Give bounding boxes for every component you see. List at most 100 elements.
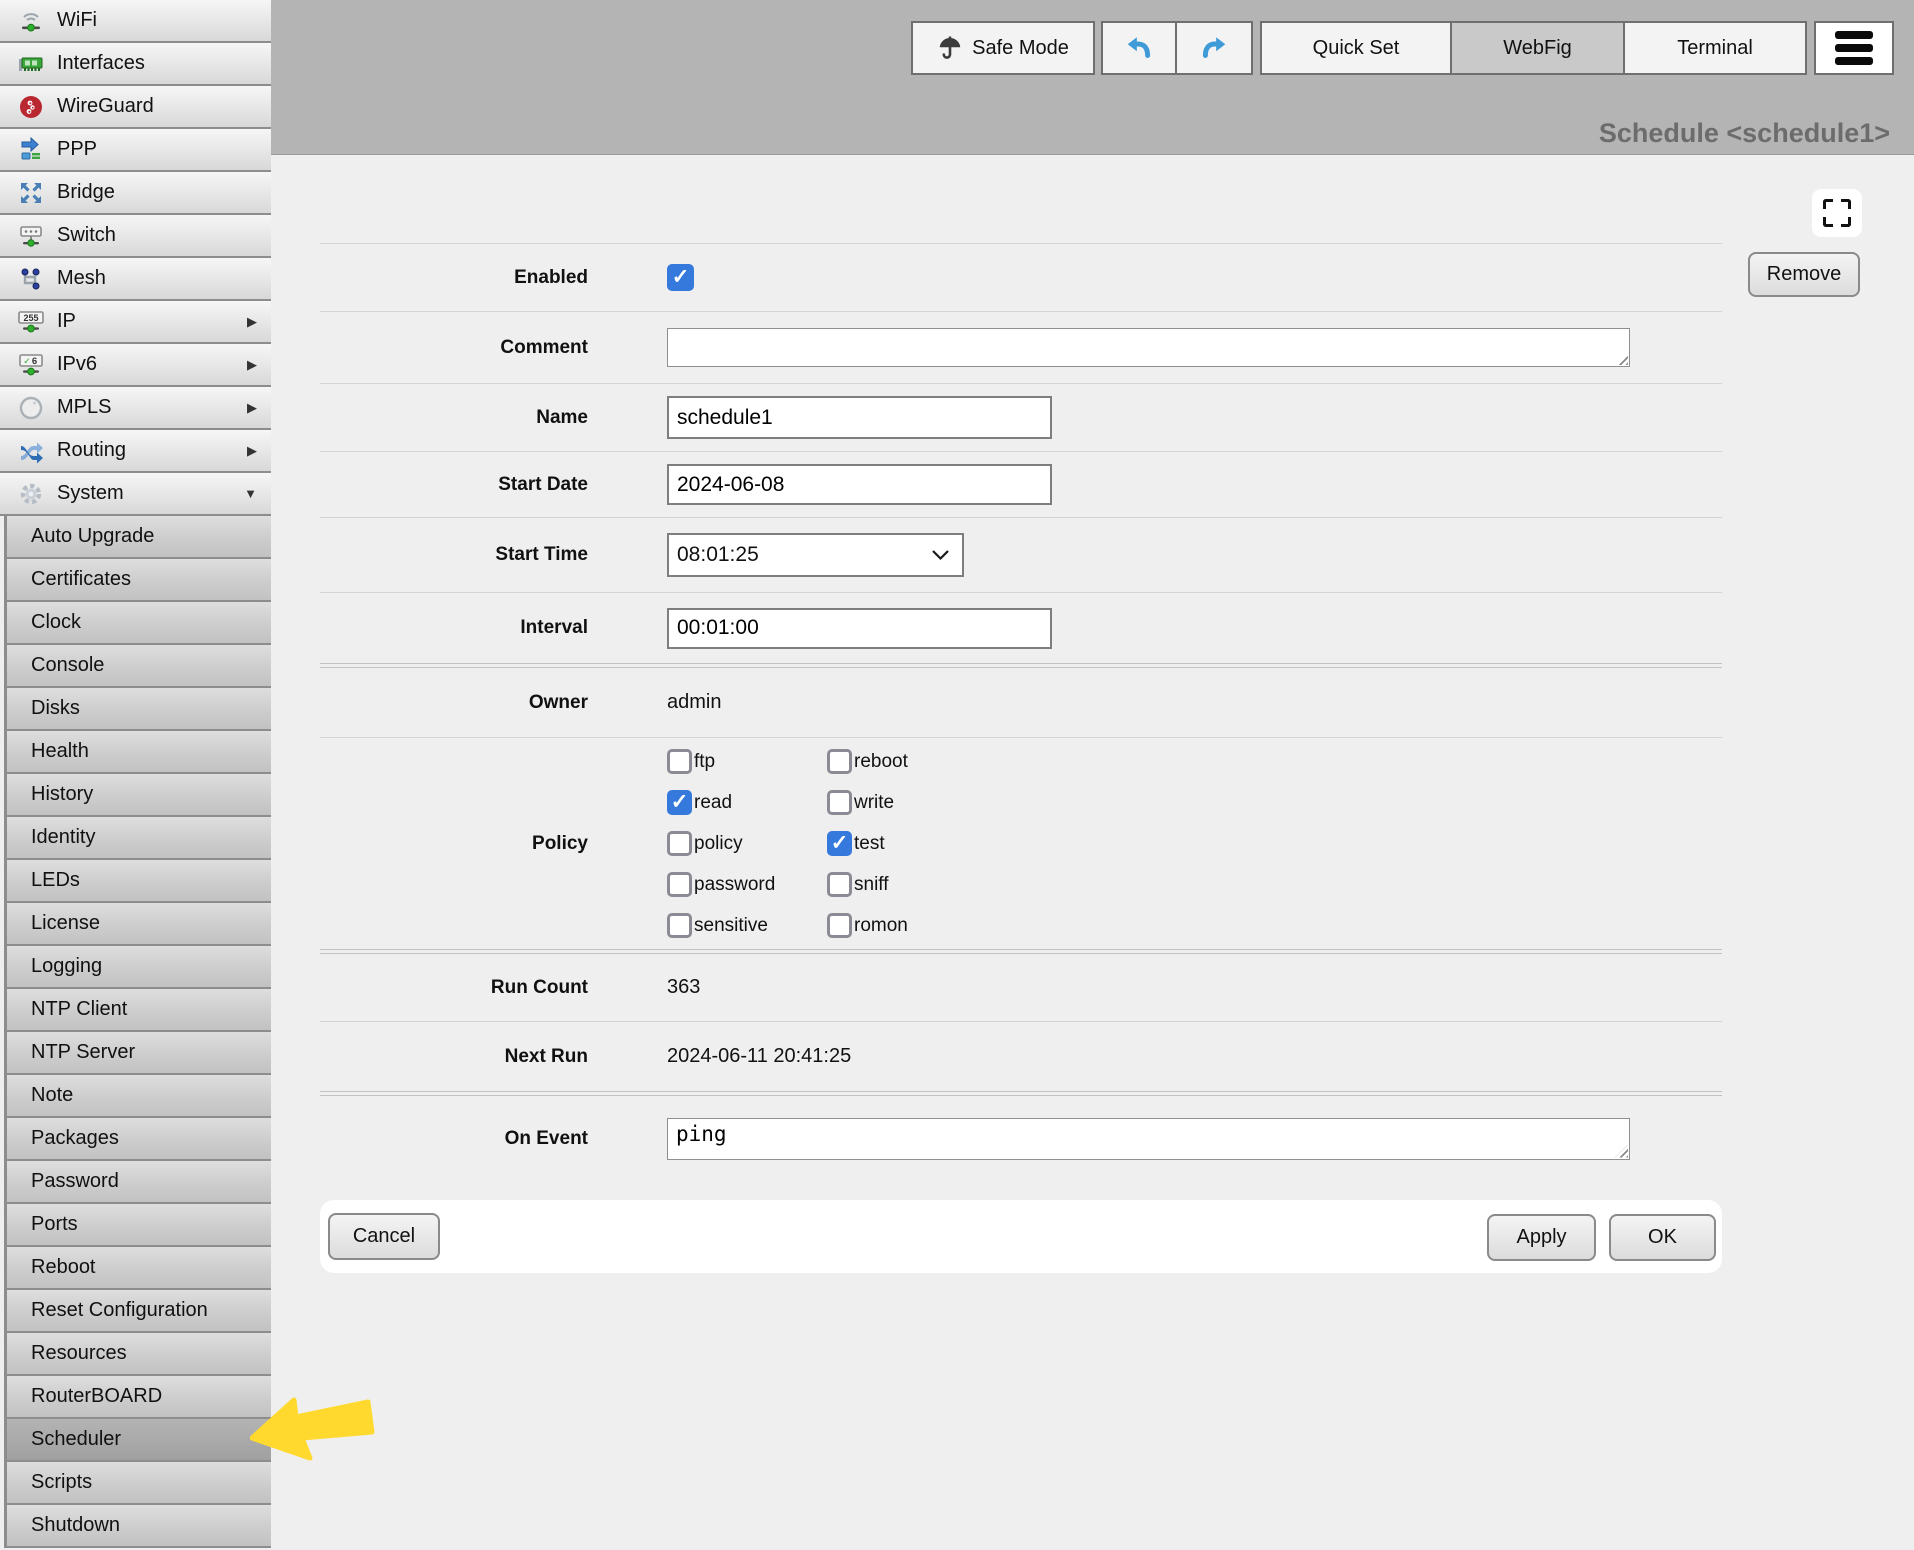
name-label: Name bbox=[320, 407, 588, 429]
owner-label: Owner bbox=[320, 692, 588, 714]
sidebar-item-system[interactable]: System▼ bbox=[0, 473, 271, 516]
interval-input[interactable] bbox=[667, 608, 1052, 649]
enabled-row: Enabled bbox=[320, 244, 1722, 311]
sidebar-item-console[interactable]: Console bbox=[7, 645, 271, 688]
policy-option-sensitive: sensitive bbox=[667, 905, 827, 946]
policy-checkbox-romon[interactable] bbox=[827, 913, 852, 938]
safe-mode-button[interactable]: Safe Mode bbox=[911, 21, 1095, 75]
sidebar-item-ntp-server[interactable]: NTP Server bbox=[7, 1032, 271, 1075]
sidebar-item-wifi[interactable]: WiFi bbox=[0, 0, 271, 43]
sidebar-item-interfaces[interactable]: Interfaces bbox=[0, 43, 271, 86]
sidebar-item-shutdown[interactable]: Shutdown bbox=[7, 1505, 271, 1548]
policy-checkbox-policy[interactable] bbox=[667, 831, 692, 856]
sidebar-item-leds[interactable]: LEDs bbox=[7, 860, 271, 903]
sidebar-item-mesh[interactable]: Mesh bbox=[0, 258, 271, 301]
policy-checkbox-reboot[interactable] bbox=[827, 749, 852, 774]
chevron-right-icon: ▶ bbox=[247, 314, 257, 330]
tab-webfig[interactable]: WebFig bbox=[1450, 21, 1625, 75]
policy-checkbox-sensitive[interactable] bbox=[667, 913, 692, 938]
bridge-icon bbox=[16, 179, 46, 207]
enabled-label: Enabled bbox=[320, 267, 588, 289]
policy-checkbox-read[interactable] bbox=[667, 790, 692, 815]
enabled-checkbox[interactable] bbox=[667, 264, 694, 291]
sidebar-item-identity[interactable]: Identity bbox=[7, 817, 271, 860]
policy-option-reboot: reboot bbox=[827, 741, 908, 782]
policy-checkbox-ftp[interactable] bbox=[667, 749, 692, 774]
policy-option-ftp: ftp bbox=[667, 741, 827, 782]
remove-button[interactable]: Remove bbox=[1748, 252, 1860, 297]
policy-checkbox-write[interactable] bbox=[827, 790, 852, 815]
sidebar-item-ip[interactable]: 255IP▶ bbox=[0, 301, 271, 344]
cancel-button[interactable]: Cancel bbox=[328, 1213, 440, 1260]
sidebar-item-label: Certificates bbox=[31, 568, 131, 591]
sidebar-item-routerboard[interactable]: RouterBOARD bbox=[7, 1376, 271, 1419]
apply-button[interactable]: Apply bbox=[1487, 1214, 1596, 1261]
next-run-row: Next Run 2024-06-11 20:41:25 bbox=[320, 1022, 1722, 1091]
sidebar-item-ports[interactable]: Ports bbox=[7, 1204, 271, 1247]
owner-row: Owner admin bbox=[320, 668, 1722, 737]
hamburger-menu-button[interactable] bbox=[1814, 21, 1894, 75]
sidebar-item-scripts[interactable]: Scripts bbox=[7, 1462, 271, 1505]
sidebar-item-password[interactable]: Password bbox=[7, 1161, 271, 1204]
fullscreen-button[interactable] bbox=[1812, 189, 1862, 237]
ip-icon: 255 bbox=[16, 308, 46, 336]
sidebar-item-disks[interactable]: Disks bbox=[7, 688, 271, 731]
sidebar-item-history[interactable]: History bbox=[7, 774, 271, 817]
sidebar-item-packages[interactable]: Packages bbox=[7, 1118, 271, 1161]
undo-button[interactable] bbox=[1101, 21, 1177, 75]
policy-option-label: romon bbox=[854, 915, 908, 937]
sidebar-item-bridge[interactable]: Bridge bbox=[0, 172, 271, 215]
sidebar-item-reboot[interactable]: Reboot bbox=[7, 1247, 271, 1290]
redo-button[interactable] bbox=[1175, 21, 1253, 75]
webfig-label: WebFig bbox=[1503, 37, 1572, 60]
sidebar-item-resources[interactable]: Resources bbox=[7, 1333, 271, 1376]
name-input[interactable] bbox=[667, 396, 1052, 439]
sidebar-item-wireguard[interactable]: WireGuard bbox=[0, 86, 271, 129]
schedule-form: Enabled Comment Name Start Date Start Ti… bbox=[320, 243, 1722, 1181]
tab-terminal[interactable]: Terminal bbox=[1623, 21, 1807, 75]
sidebar-item-certificates[interactable]: Certificates bbox=[7, 559, 271, 602]
policy-option-policy: policy bbox=[667, 823, 827, 864]
policy-option-write: write bbox=[827, 782, 908, 823]
comment-textarea[interactable] bbox=[667, 328, 1630, 367]
policy-option-label: sensitive bbox=[694, 915, 768, 937]
policy-checkbox-sniff[interactable] bbox=[827, 872, 852, 897]
tab-quick-set[interactable]: Quick Set bbox=[1260, 21, 1452, 75]
sidebar-item-ntp-client[interactable]: NTP Client bbox=[7, 989, 271, 1032]
sidebar-item-label: Routing bbox=[57, 439, 126, 462]
chevron-down-icon bbox=[931, 549, 950, 561]
sidebar-item-mpls[interactable]: MPLS▶ bbox=[0, 387, 271, 430]
sidebar-item-label: Reset Configuration bbox=[31, 1299, 208, 1322]
policy-checkbox-password[interactable] bbox=[667, 872, 692, 897]
sidebar-item-ppp[interactable]: PPP bbox=[0, 129, 271, 172]
sidebar-item-switch[interactable]: Switch bbox=[0, 215, 271, 258]
sidebar-item-label: Reboot bbox=[31, 1256, 96, 1279]
start-date-input[interactable] bbox=[667, 464, 1052, 505]
ppp-icon bbox=[16, 136, 46, 164]
start-time-select[interactable]: 08:01:25 bbox=[667, 533, 964, 577]
sidebar-item-label: WiFi bbox=[57, 9, 97, 32]
sidebar-item-ipv6[interactable]: ✓6IPv6▶ bbox=[0, 344, 271, 387]
sidebar-item-scheduler[interactable]: Scheduler bbox=[7, 1419, 271, 1462]
fullscreen-icon bbox=[1823, 199, 1851, 227]
sidebar-item-label: Switch bbox=[57, 224, 116, 247]
ok-button[interactable]: OK bbox=[1609, 1214, 1716, 1261]
sidebar-item-note[interactable]: Note bbox=[7, 1075, 271, 1118]
run-count-value: 363 bbox=[667, 976, 700, 999]
sidebar-item-routing[interactable]: Routing ▶ bbox=[0, 430, 271, 473]
sidebar-item-label: Shutdown bbox=[31, 1514, 120, 1537]
safe-mode-label: Safe Mode bbox=[972, 37, 1069, 60]
sidebar-item-logging[interactable]: Logging bbox=[7, 946, 271, 989]
sidebar-item-clock[interactable]: Clock bbox=[7, 602, 271, 645]
on-event-textarea[interactable]: ping bbox=[667, 1118, 1630, 1160]
sidebar-item-auto-upgrade[interactable]: Auto Upgrade bbox=[7, 516, 271, 559]
chevron-right-icon: ▶ bbox=[247, 443, 257, 459]
sidebar-item-health[interactable]: Health bbox=[7, 731, 271, 774]
policy-option-read: read bbox=[667, 782, 827, 823]
sidebar-item-reset-configuration[interactable]: Reset Configuration bbox=[7, 1290, 271, 1333]
run-count-label: Run Count bbox=[320, 977, 588, 999]
switch-icon bbox=[16, 222, 46, 250]
interval-row: Interval bbox=[320, 593, 1722, 663]
sidebar-item-license[interactable]: License bbox=[7, 903, 271, 946]
policy-checkbox-test[interactable] bbox=[827, 831, 852, 856]
